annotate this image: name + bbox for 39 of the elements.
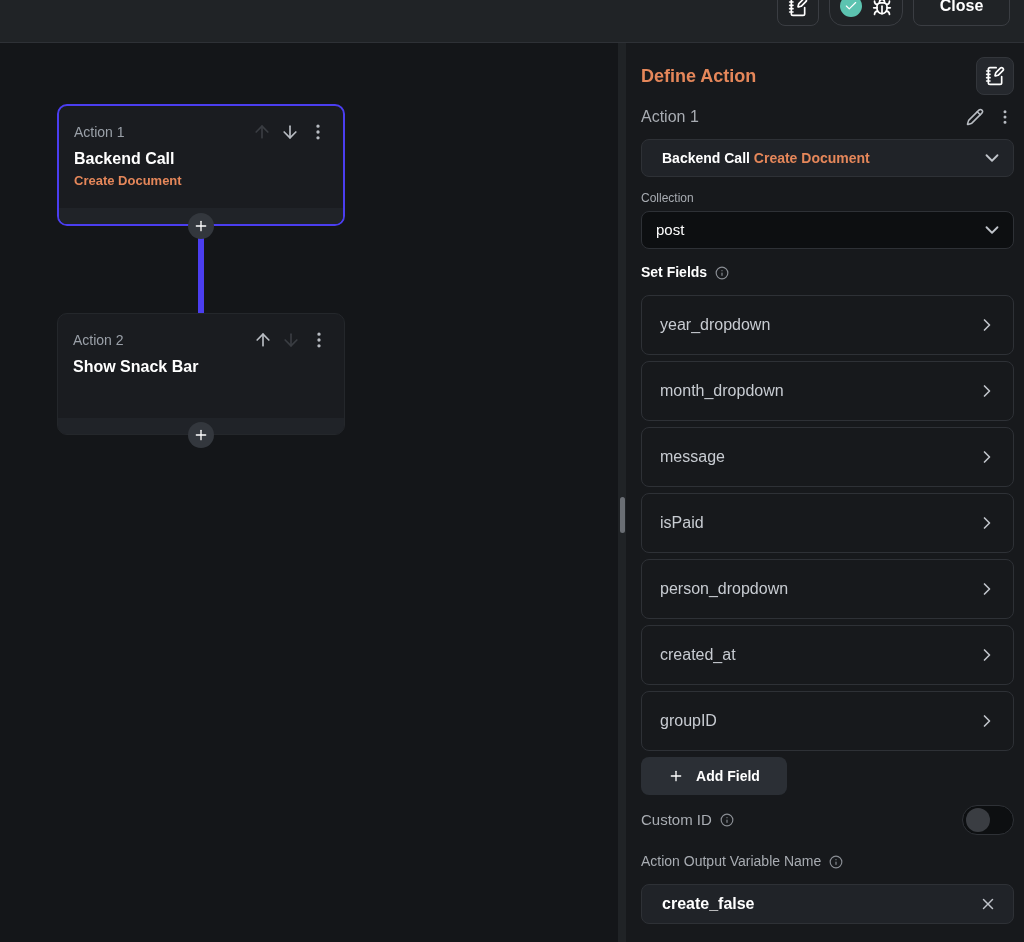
field-row[interactable]: month_dropdown: [641, 361, 1014, 421]
plus-icon: [193, 218, 209, 234]
action-card[interactable]: Action 2 Show Snack Bar: [57, 313, 345, 435]
pencil-icon[interactable]: [966, 108, 984, 126]
field-row[interactable]: year_dropdown: [641, 295, 1014, 355]
custom-id-label: Custom ID: [641, 809, 712, 830]
field-row[interactable]: person_dropdown: [641, 559, 1014, 619]
bug-icon[interactable]: [872, 0, 892, 17]
field-row[interactable]: isPaid: [641, 493, 1014, 553]
panel-title: Define Action: [641, 64, 757, 88]
collection-label: Collection: [641, 190, 695, 207]
plus-icon: [193, 427, 209, 443]
custom-id-toggle[interactable]: [962, 805, 1014, 835]
collection-dropdown[interactable]: post: [641, 211, 1014, 249]
output-variable-field[interactable]: create_false: [641, 884, 1014, 924]
set-fields-label: Set Fields: [641, 263, 708, 282]
field-row[interactable]: created_at: [641, 625, 1014, 685]
action-title: Show Snack Bar: [72, 357, 200, 377]
add-step-button[interactable]: [188, 213, 214, 239]
close-button[interactable]: Close: [913, 0, 1010, 26]
field-row[interactable]: message: [641, 427, 1014, 487]
resize-handle[interactable]: [619, 497, 625, 533]
toggle-knob: [966, 808, 990, 832]
action-subtitle: Create Document: [73, 172, 183, 190]
info-icon[interactable]: [829, 854, 844, 869]
notes-button[interactable]: [976, 57, 1014, 95]
info-icon[interactable]: [719, 813, 734, 827]
output-variable-label: Action Output Variable Name: [641, 852, 822, 871]
add-field-button[interactable]: Add Field: [641, 757, 787, 795]
action-card[interactable]: Action 1 Backend Call Create Document: [57, 104, 345, 226]
action-label: Action 1: [74, 123, 125, 142]
info-icon[interactable]: [715, 265, 730, 280]
action-title: Backend Call: [73, 149, 176, 169]
action-type-dropdown[interactable]: Backend Call Create Document: [641, 139, 1014, 177]
add-step-button[interactable]: [188, 422, 214, 448]
action-label: Action 2: [73, 331, 124, 350]
field-row[interactable]: groupID: [641, 691, 1014, 751]
notes-icon: [985, 66, 1005, 86]
action-name: Action 1: [641, 107, 699, 127]
